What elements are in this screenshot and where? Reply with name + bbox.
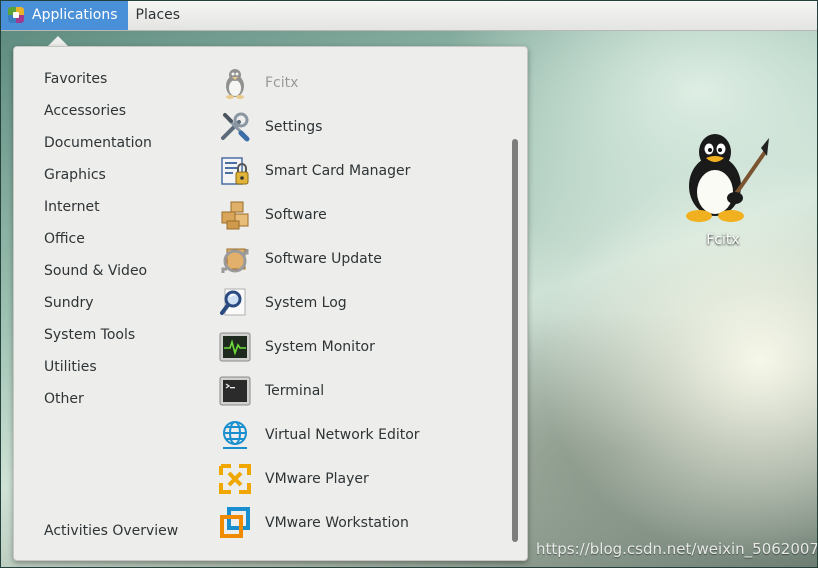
app-label: Software Update xyxy=(265,251,382,267)
app-item-vmware-workstation[interactable]: VMware Workstation xyxy=(219,501,420,545)
app-item-virtual-network-editor[interactable]: Virtual Network Editor xyxy=(219,413,420,457)
app-label: Fcitx xyxy=(265,75,299,91)
app-label: System Monitor xyxy=(265,339,375,355)
smart-card-icon xyxy=(221,157,249,185)
app-list: Fcitx Settings Smart Card Manager Softwa… xyxy=(219,61,420,545)
places-label: Places xyxy=(135,7,181,23)
category-favorites[interactable]: Favorites xyxy=(44,63,152,95)
package-icon xyxy=(221,201,249,230)
activities-overview-item[interactable]: Activities Overview xyxy=(44,515,178,547)
watermark-text: https://blog.csdn.net/weixin_50620077 xyxy=(536,540,818,558)
category-internet[interactable]: Internet xyxy=(44,191,152,223)
app-item-fcitx[interactable]: Fcitx xyxy=(219,61,420,105)
category-documentation[interactable]: Documentation xyxy=(44,127,152,159)
app-label: Terminal xyxy=(265,383,325,399)
applications-menu-button[interactable]: Applications xyxy=(0,0,128,30)
category-list: Favorites Accessories Documentation Grap… xyxy=(44,63,152,415)
penguin-icon xyxy=(226,69,244,99)
tools-icon xyxy=(221,112,250,142)
app-item-smart-card-manager[interactable]: Smart Card Manager xyxy=(219,149,420,193)
app-item-terminal[interactable]: Terminal xyxy=(219,369,420,413)
category-office[interactable]: Office xyxy=(44,223,152,255)
terminal-icon xyxy=(219,376,251,406)
app-item-system-monitor[interactable]: System Monitor xyxy=(219,325,420,369)
app-item-software[interactable]: Software xyxy=(219,193,420,237)
distro-logo-icon xyxy=(8,7,24,23)
vmware-workstation-icon xyxy=(220,507,250,538)
app-label: Software xyxy=(265,207,327,223)
log-magnifier-icon xyxy=(220,288,246,316)
app-label: Smart Card Manager xyxy=(265,163,411,179)
update-icon xyxy=(221,248,249,273)
app-label: System Log xyxy=(265,295,347,311)
app-item-vmware-player[interactable]: VMware Player xyxy=(219,457,420,501)
category-system-tools[interactable]: System Tools xyxy=(44,319,152,351)
menu-pointer xyxy=(48,36,68,46)
desktop-icon-fcitx[interactable]: Fcitx xyxy=(668,130,778,248)
category-accessories[interactable]: Accessories xyxy=(44,95,152,127)
app-label: VMware Workstation xyxy=(265,515,409,531)
applications-menu-popup: Favorites Accessories Documentation Grap… xyxy=(13,46,528,561)
app-item-system-log[interactable]: System Log xyxy=(219,281,420,325)
top-panel: Applications Places xyxy=(0,0,818,31)
desktop-icon-label: Fcitx xyxy=(706,232,740,248)
applications-label: Applications xyxy=(32,7,118,23)
category-sound-video[interactable]: Sound & Video xyxy=(44,255,152,287)
places-menu-button[interactable]: Places xyxy=(128,0,191,30)
category-utilities[interactable]: Utilities xyxy=(44,351,152,383)
penguin-painter-icon xyxy=(686,134,769,222)
vmware-player-icon xyxy=(219,464,251,494)
category-sundry[interactable]: Sundry xyxy=(44,287,152,319)
globe-icon xyxy=(223,421,247,449)
app-list-scrollbar[interactable] xyxy=(512,139,518,542)
app-item-software-update[interactable]: Software Update xyxy=(219,237,420,281)
category-graphics[interactable]: Graphics xyxy=(44,159,152,191)
category-other[interactable]: Other xyxy=(44,383,152,415)
app-label: VMware Player xyxy=(265,471,369,487)
app-label: Virtual Network Editor xyxy=(265,427,420,443)
monitor-icon xyxy=(219,332,251,362)
app-label: Settings xyxy=(265,119,323,135)
app-item-settings[interactable]: Settings xyxy=(219,105,420,149)
